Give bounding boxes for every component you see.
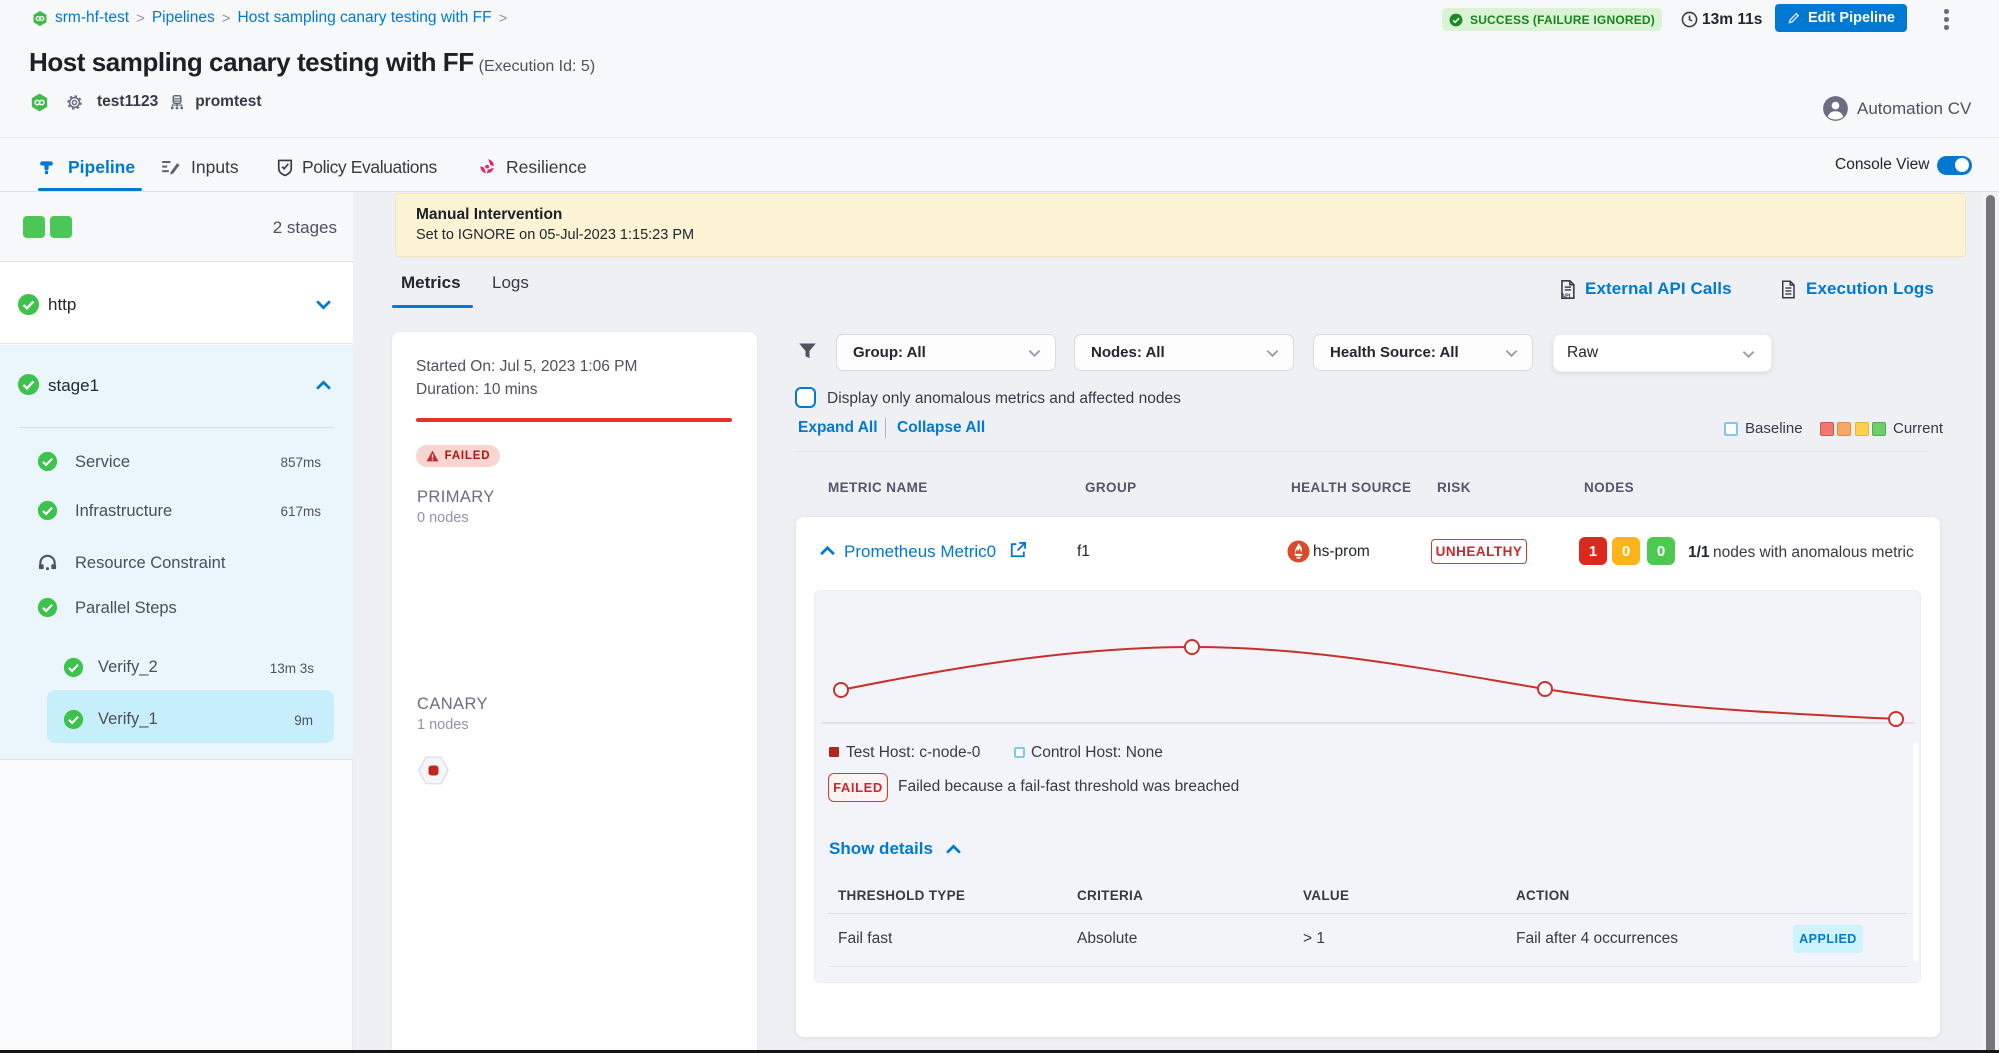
svg-text:API: API (1561, 293, 1571, 299)
